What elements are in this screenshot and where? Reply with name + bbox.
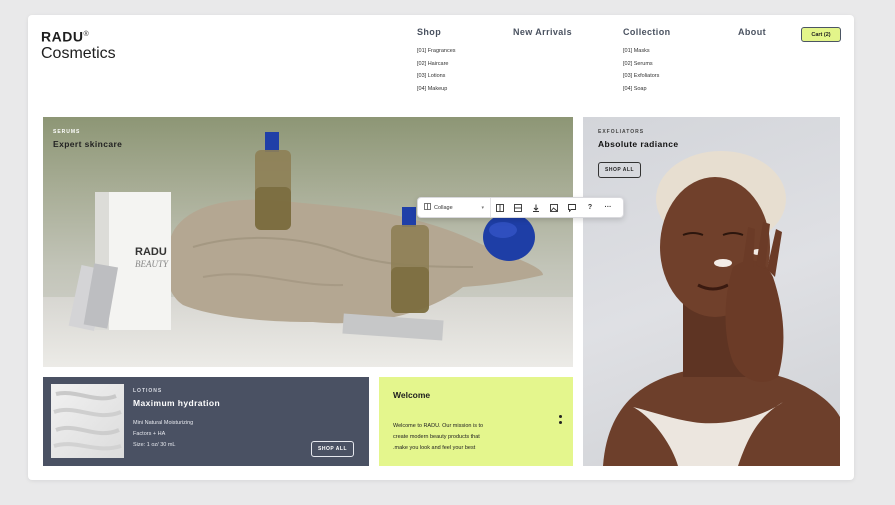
image-layers-icon	[496, 203, 504, 212]
rock-shape	[165, 199, 543, 324]
lotions-title: Maximum hydration	[133, 398, 221, 408]
welcome-line: create modern beauty products that	[393, 434, 480, 440]
hero-eyebrow: SERUMS	[53, 129, 81, 135]
welcome-line: Welcome to RADU. Our mission is to	[393, 423, 484, 429]
lotions-desc-line: Size: 1 oz/ 30 mL	[133, 442, 176, 448]
welcome-body: Welcome to RADU. Our mission is to creat…	[393, 421, 543, 454]
download-button[interactable]	[527, 198, 545, 217]
nav-shop: Shop [01] Fragrances [02] Haircare [03] …	[417, 27, 456, 95]
lotion-swatch-image	[51, 384, 124, 458]
nav-collection-link[interactable]: Collection	[623, 27, 671, 37]
nav-collection-serums[interactable]: [02] Serums	[623, 58, 671, 71]
nav-collection: Collection [01] Masks [02] Serums [03] E…	[623, 27, 671, 95]
exfoliators-shop-all-button[interactable]: SHOP ALL	[598, 162, 642, 178]
layout-select[interactable]: Collage ▾	[418, 198, 491, 217]
brand-subtitle: Cosmetics	[41, 44, 116, 62]
exfoliators-eyebrow: EXFOLIATORS	[598, 129, 645, 135]
lotions-desc-line: Mini Natural Moisturizing	[133, 420, 194, 426]
nav-collection-masks[interactable]: [01] Masks	[623, 45, 671, 58]
more-button[interactable]: ···	[599, 198, 617, 217]
cart-button[interactable]: Cart (2)	[801, 27, 841, 42]
nav-collection-exfoliators[interactable]: [03] Exfoliators	[623, 70, 671, 83]
comment-button[interactable]	[563, 198, 581, 217]
page-card: RADU® Cosmetics Shop [01] Fragrances [02…	[28, 15, 854, 480]
serum-product-photo: RADU BEAUTY	[68, 132, 543, 341]
registered-mark: ®	[83, 31, 90, 38]
image-button[interactable]	[545, 198, 563, 217]
nav-collection-soap[interactable]: [04] Soap	[623, 83, 671, 96]
nav-shop-link[interactable]: Shop	[417, 27, 456, 37]
exfoliators-banner[interactable]: EXFOLIATORS Absolute radiance SHOP ALL	[583, 117, 840, 466]
help-button[interactable]: ?	[581, 198, 599, 217]
nav-about: About	[738, 27, 766, 37]
box-brand-text: RADU	[135, 246, 167, 258]
nav-shop-fragrances[interactable]: [01] Fragrances	[417, 45, 456, 58]
nav-new-arrivals: New Arrivals	[513, 27, 572, 37]
lotions-eyebrow: LOTIONS	[133, 388, 163, 394]
box-sub-text: BEAUTY	[135, 259, 169, 269]
welcome-title: Welcome	[393, 390, 431, 400]
nav-shop-lotions[interactable]: [03] Lotions	[417, 70, 456, 83]
carousel-dots[interactable]	[559, 415, 562, 427]
nav-shop-makeup[interactable]: [04] Makeup	[417, 83, 456, 96]
more-icon: ···	[604, 204, 612, 211]
layout-icon	[424, 203, 431, 212]
layout-select-label: Collage	[434, 204, 453, 211]
welcome-panel: Welcome Welcome to RADU. Our mission is …	[379, 377, 573, 466]
image-icon	[550, 203, 558, 212]
floating-toolbar: Collage ▾ ? ···	[417, 197, 624, 218]
nav-new-arrivals-link[interactable]: New Arrivals	[513, 27, 572, 37]
nav-about-link[interactable]: About	[738, 27, 766, 37]
brand-logo[interactable]: RADU® Cosmetics	[41, 27, 116, 63]
chevron-down-icon: ▾	[481, 204, 484, 211]
lotions-panel[interactable]: LOTIONS Maximum hydration Mini Natural M…	[43, 377, 369, 466]
grid-button[interactable]	[509, 198, 527, 217]
hero-serums-banner[interactable]: RADU BEAUTY SERUMS Expert skincare	[43, 117, 573, 367]
nav-shop-haircare[interactable]: [02] Haircare	[417, 58, 456, 71]
lotions-desc-line: Factors + HA	[133, 431, 166, 437]
grid-icon	[514, 203, 522, 212]
exfoliators-title: Absolute radiance	[598, 139, 679, 149]
download-icon	[533, 204, 539, 212]
lotions-shop-all-button[interactable]: SHOP ALL	[311, 441, 355, 457]
hero-title: Expert skincare	[53, 139, 123, 149]
image-layers-button[interactable]	[491, 198, 509, 217]
help-icon: ?	[587, 204, 593, 211]
welcome-line: .make you look and feel your best	[393, 445, 476, 451]
brand-name: RADU	[41, 28, 84, 45]
comment-icon	[568, 203, 576, 212]
lotions-description: Mini Natural Moisturizing Factors + HA S…	[133, 418, 243, 451]
